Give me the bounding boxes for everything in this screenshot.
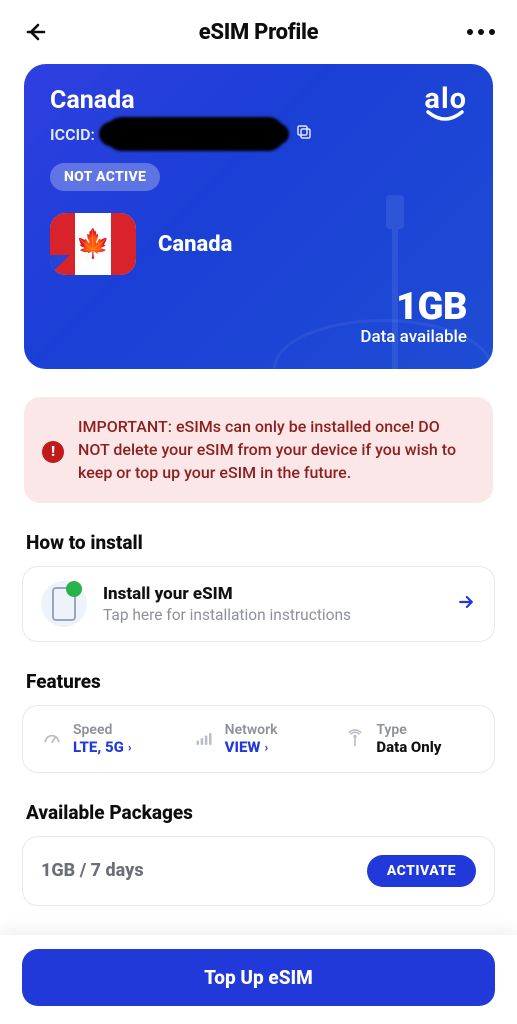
feature-label: Network	[225, 722, 278, 738]
back-button[interactable]	[22, 18, 50, 46]
status-badge: NOT ACTIVE	[50, 163, 160, 191]
package-name: 1GB / 7 days	[41, 860, 144, 881]
top-up-button[interactable]: Top Up eSIM	[22, 949, 495, 1006]
features-panel: Speed LTE, 5G › Network VIEW › Type Data O…	[22, 705, 495, 773]
feature-value: LTE, 5G	[73, 738, 124, 756]
feature-type: Type Data Only	[334, 722, 486, 756]
arrow-right-icon	[456, 592, 476, 616]
bottom-bar: Top Up eSIM	[0, 935, 517, 1024]
card-country: Canada	[50, 86, 313, 115]
phone-download-icon: ↓	[41, 581, 87, 627]
iccid-label: ICCID:	[50, 125, 95, 144]
brand-logo: alo	[424, 86, 467, 122]
feature-network[interactable]: Network VIEW ›	[183, 722, 335, 756]
chevron-right-icon: ›	[265, 740, 269, 754]
antenna-icon	[344, 729, 366, 749]
feature-speed[interactable]: Speed LTE, 5G ›	[31, 722, 183, 756]
section-heading-install: How to install	[26, 531, 491, 554]
flag-canada-icon: 🍁	[50, 213, 136, 275]
warning-banner: ! IMPORTANT: eSIMs can only be installed…	[24, 397, 493, 503]
install-title: Install your eSIM	[103, 584, 440, 604]
signal-bars-icon	[193, 729, 215, 749]
section-heading-packages: Available Packages	[26, 801, 491, 824]
page-title: eSIM Profile	[199, 20, 319, 45]
feature-value: VIEW	[225, 738, 261, 756]
iccid-value-redacted	[105, 117, 285, 151]
card-country-name: Canada	[158, 232, 232, 257]
warning-text: IMPORTANT: eSIMs can only be installed o…	[78, 415, 473, 485]
esim-card: Canada ICCID: NOT ACTIVE alo 🍁 Canada 1G…	[24, 64, 493, 369]
chevron-right-icon: ›	[128, 740, 132, 754]
speedometer-icon	[41, 729, 63, 749]
feature-label: Speed	[73, 722, 131, 738]
app-header: eSIM Profile	[0, 0, 517, 56]
install-instructions-button[interactable]: ↓ Install your eSIM Tap here for install…	[22, 566, 495, 642]
overflow-menu-button[interactable]	[467, 29, 495, 35]
package-item: 1GB / 7 days ACTIVATE	[22, 836, 495, 906]
feature-label: Type	[376, 722, 441, 738]
feature-value: Data Only	[376, 738, 441, 756]
install-subtitle: Tap here for installation instructions	[103, 606, 440, 624]
section-heading-features: Features	[26, 670, 491, 693]
arrow-left-icon	[24, 20, 48, 44]
copy-icon[interactable]	[295, 123, 313, 145]
activate-button[interactable]: ACTIVATE	[367, 855, 476, 887]
alert-icon: !	[42, 441, 64, 463]
